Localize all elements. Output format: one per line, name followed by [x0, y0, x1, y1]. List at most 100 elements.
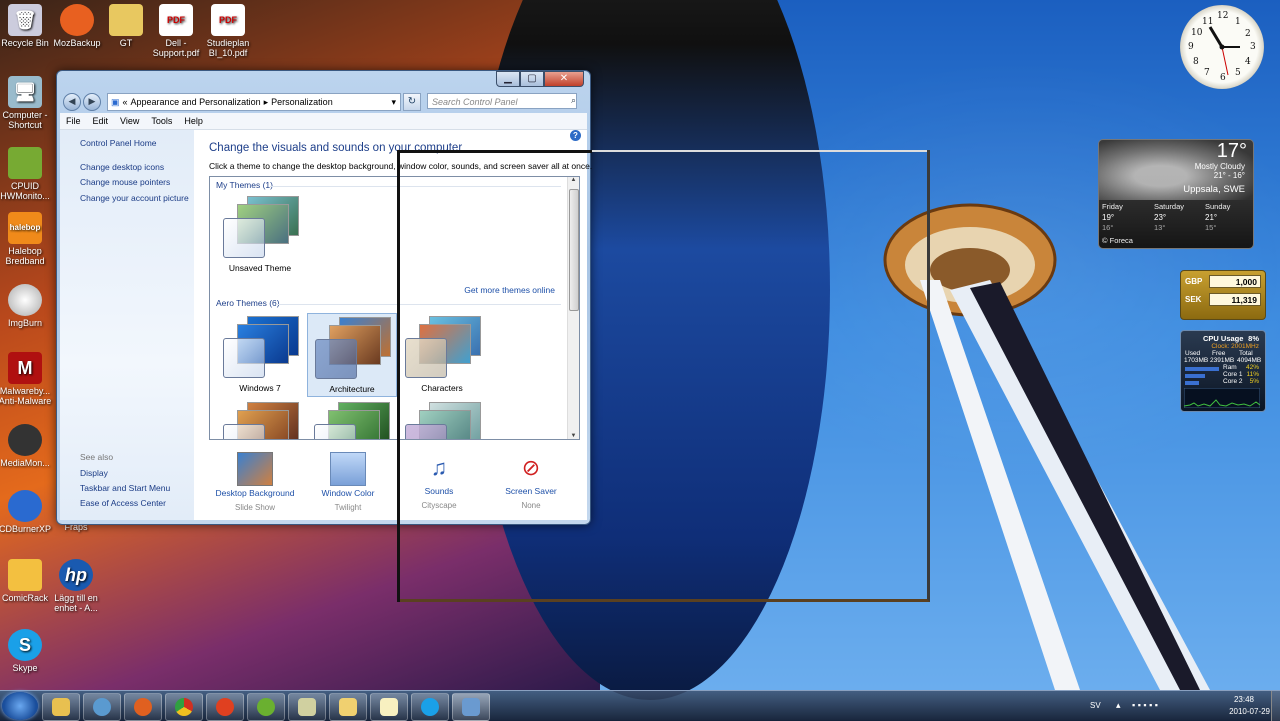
- mozbackup-icon: [60, 4, 94, 36]
- clock-gadget[interactable]: 12 1 2 3 4 5 6 7 8 9 10 11: [1180, 5, 1264, 89]
- tray-arrow-icon[interactable]: ▴: [1116, 700, 1121, 711]
- cpu-clock: Clock: 2001MHz: [1211, 343, 1259, 350]
- desktop-icon-imgburn[interactable]: ImgBurn: [0, 280, 55, 328]
- language-indicator[interactable]: SV: [1090, 701, 1101, 710]
- forward-button[interactable]: ▶: [83, 93, 101, 111]
- notepad-icon: [380, 698, 398, 716]
- window-color-link[interactable]: Window Color: [302, 488, 394, 498]
- cdburnerxp-icon: [8, 490, 42, 522]
- taskbar-skype[interactable]: [411, 693, 449, 721]
- cpu-gadget[interactable]: CPU Usage 8% Clock: 2001MHz Used Free To…: [1180, 330, 1266, 412]
- address-bar-row: ◀ ▶ ▣ « Appearance and Personalization ▸…: [63, 93, 584, 111]
- taskbar-folder[interactable]: [329, 693, 367, 721]
- taskbar-firefox[interactable]: [124, 693, 162, 721]
- app-icon: [298, 698, 316, 716]
- display-link[interactable]: Display: [80, 468, 108, 478]
- back-button[interactable]: ◀: [63, 93, 81, 111]
- desktop-icon-hp[interactable]: hp Lägg till en enhet - A...: [46, 555, 106, 613]
- search-icon[interactable]: ⌕: [571, 95, 576, 106]
- desktop-background-setting[interactable]: Desktop Background Slide Show: [209, 452, 301, 512]
- start-button[interactable]: [2, 692, 38, 720]
- close-button[interactable]: ✕: [544, 71, 584, 87]
- taskbar-explorer[interactable]: [42, 693, 80, 721]
- currency-value-from[interactable]: 1,000: [1209, 275, 1261, 288]
- theme-unsaved[interactable]: Unsaved Theme: [216, 193, 304, 275]
- theme-thumbnail: [310, 402, 392, 439]
- change-account-picture-link[interactable]: Change your account picture: [80, 193, 189, 203]
- clock-hands-icon: [1208, 26, 1240, 76]
- address-dropdown-icon[interactable]: ▾: [391, 97, 396, 108]
- currency-code-to[interactable]: SEK: [1185, 295, 1201, 304]
- menu-edit[interactable]: Edit: [93, 116, 109, 126]
- desktop-icon-skype[interactable]: S Skype: [0, 625, 55, 673]
- desktop-icon-malwarebytes[interactable]: M Malwareby... Anti-Malware: [0, 348, 55, 406]
- cpu-graph: [1184, 388, 1260, 408]
- desktop-icon-studieplan-pdf[interactable]: PDF Studieplan BI_10.pdf: [198, 0, 258, 58]
- theme-label: Unsaved Theme: [228, 263, 292, 273]
- refresh-button[interactable]: ↻: [403, 93, 421, 111]
- menu-help[interactable]: Help: [184, 116, 203, 126]
- search-input[interactable]: Search Control Panel: [427, 93, 577, 109]
- hp-icon: hp: [59, 559, 93, 591]
- ease-of-access-link[interactable]: Ease of Access Center: [80, 498, 166, 508]
- malwarebytes-icon: M: [8, 352, 42, 384]
- cpu-title: CPU Usage: [1203, 334, 1244, 343]
- menu-file[interactable]: File: [66, 116, 81, 126]
- control-panel-icon: ▣: [111, 96, 120, 107]
- theme-landscapes[interactable]: [216, 399, 304, 439]
- weather-gadget[interactable]: 17° Mostly Cloudy 21° - 16° Uppsala, SWE…: [1098, 139, 1254, 249]
- taskbar-app[interactable]: [206, 693, 244, 721]
- show-desktop-button[interactable]: [1271, 691, 1280, 721]
- taskbar-chrome[interactable]: [165, 693, 203, 721]
- taskbar-start-menu-link[interactable]: Taskbar and Start Menu: [80, 483, 170, 493]
- desktop-icon-mediamonkey[interactable]: MediaMon...: [0, 420, 55, 468]
- tray-icons[interactable]: ▪ ▪ ▪ ▪ ▪: [1132, 700, 1158, 710]
- theme-nature[interactable]: [307, 399, 395, 439]
- weather-location: Uppsala, SWE: [1183, 184, 1245, 195]
- clock-time[interactable]: 23:48: [1234, 695, 1254, 704]
- core2-bar: [1185, 381, 1199, 385]
- desktop-background-link[interactable]: Desktop Background: [209, 488, 301, 498]
- menu-view[interactable]: View: [120, 116, 139, 126]
- currency-code-from[interactable]: GBP: [1185, 277, 1202, 286]
- desktop-icon-halebop[interactable]: halebop Halebop Bredband: [0, 208, 55, 266]
- skype-icon: S: [8, 629, 42, 661]
- theme-thumbnail: [219, 402, 301, 439]
- ram-total: 4094MB: [1237, 357, 1262, 364]
- ram-bar: [1185, 367, 1219, 371]
- taskbar-spotify[interactable]: [247, 693, 285, 721]
- desktop-icon-dell-pdf[interactable]: PDF Dell - Support.pdf: [146, 0, 206, 58]
- change-mouse-pointers-link[interactable]: Change mouse pointers: [80, 177, 170, 187]
- desktop-icon-cpuid[interactable]: CPUID HWMonito...: [0, 143, 55, 201]
- change-desktop-icons-link[interactable]: Change desktop icons: [80, 162, 164, 172]
- breadcrumb-personalization[interactable]: Personalization: [271, 97, 333, 107]
- taskbar-control-panel[interactable]: [452, 693, 490, 721]
- weather-range: 21° - 16°: [1213, 171, 1245, 180]
- window-color-value: Twilight: [334, 503, 362, 512]
- left-pane: Control Panel Home Change desktop icons …: [60, 130, 194, 520]
- forecast-day: Sunday: [1205, 202, 1231, 211]
- desktop-icon-computer[interactable]: 🖥 Computer - Shortcut: [0, 72, 55, 130]
- maximize-button[interactable]: ▢: [520, 71, 544, 87]
- firefox-icon: [134, 698, 152, 716]
- control-panel-home-link[interactable]: Control Panel Home: [80, 138, 157, 148]
- currency-value-to[interactable]: 11,319: [1209, 293, 1261, 306]
- taskbar-app2[interactable]: [288, 693, 326, 721]
- window-color-setting[interactable]: Window Color Twilight: [302, 452, 394, 512]
- theme-thumbnail: [219, 316, 301, 378]
- theme-windows-7[interactable]: Windows 7: [216, 313, 304, 395]
- minimize-button[interactable]: ▁: [496, 71, 520, 87]
- help-icon[interactable]: ?: [570, 130, 581, 141]
- core1-bar: [1185, 374, 1205, 378]
- currency-gadget[interactable]: GBP 1,000 SEK 11,319: [1180, 270, 1266, 320]
- taskbar-network[interactable]: [83, 693, 121, 721]
- cpu-percent: 8%: [1248, 334, 1259, 343]
- halebop-icon: halebop: [8, 212, 42, 244]
- breadcrumb-appearance[interactable]: Appearance and Personalization: [131, 97, 261, 107]
- clock-date[interactable]: 2010-07-29: [1229, 707, 1270, 716]
- address-bar[interactable]: ▣ « Appearance and Personalization ▸ Per…: [107, 93, 401, 111]
- ram-free: 2391MB: [1210, 357, 1235, 364]
- menu-tools[interactable]: Tools: [151, 116, 172, 126]
- theme-architecture[interactable]: Architecture: [307, 313, 397, 397]
- taskbar-notepad[interactable]: [370, 693, 408, 721]
